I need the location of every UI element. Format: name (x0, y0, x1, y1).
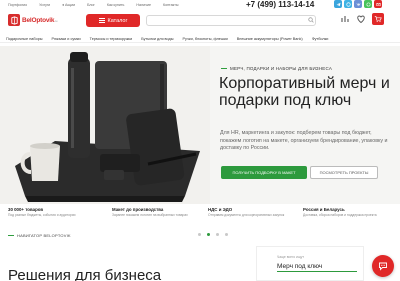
nav-item-pens[interactable]: Ручки, блокноты, флешки (183, 37, 228, 41)
hero-description: Для HR, маркетинга и закупок: подберем т… (220, 130, 388, 151)
nav-item-powerbanks[interactable]: Внешние аккумуляторы (Power Bank) (237, 37, 303, 41)
site-logo[interactable]: BelOptovik.ru (8, 12, 70, 28)
hero-eyebrow: МЕРЧ, ПОДАРКИ И НАБОРЫ ДЛЯ БИЗНЕСА (221, 66, 332, 71)
nav-item-water-bottles[interactable]: Бутылки для воды (141, 37, 173, 41)
slider-dot-active[interactable] (207, 233, 210, 236)
slider-dot[interactable] (198, 233, 201, 236)
phone-number[interactable]: +7 (499) 113-14-14 (246, 0, 314, 9)
compare-icon[interactable] (340, 14, 350, 24)
topbar-link-contacts[interactable]: Контакты (163, 3, 179, 7)
category-nav: Подарочные наборы Рюкзаки и сумки Термос… (0, 35, 400, 43)
topbar-link-stock[interactable]: Наличие (136, 3, 151, 7)
feature-title: 30 000+ товаров (8, 207, 44, 212)
topbar-link-promo[interactable]: ♦ Акции (62, 3, 75, 7)
telegram-icon[interactable] (334, 0, 342, 8)
slider-dot[interactable] (216, 233, 219, 236)
catalog-button[interactable]: Каталог (86, 14, 140, 27)
features-strip: 30 000+ товаров Под разные бюджеты, собы… (0, 207, 400, 225)
feature-desc: Под разные бюджеты, события и аудитории (8, 213, 76, 217)
chat-button[interactable] (372, 255, 394, 277)
feature-item: Макет до производства Заранее покажем ло… (112, 207, 202, 217)
feature-desc: Отправим документы для корпоративных зак… (208, 213, 285, 217)
nav-item-backpacks[interactable]: Рюкзаки и сумки (52, 37, 81, 41)
topbar-link-portfolio[interactable]: Портфолио (8, 3, 27, 7)
popular-label: Чаще всего ищут (277, 255, 305, 259)
feature-desc: Доставка, сборка наборов и поддержка про… (303, 213, 377, 217)
section-title: Решения для бизнеса (8, 267, 162, 281)
feature-title: НДС и ЭДО (208, 207, 233, 212)
whatsapp-icon[interactable] (364, 0, 372, 8)
nav-item-gift-sets[interactable]: Подарочные наборы (6, 37, 43, 41)
feature-item: НДС и ЭДО Отправим документы для корпора… (208, 207, 298, 217)
cart-button[interactable] (372, 13, 384, 25)
get-selection-button[interactable]: ПОЛУЧИТЬ ПОДБОРКУ В МАКЕТ (221, 166, 307, 179)
logo-mark-icon (8, 14, 20, 26)
cart-icon (374, 16, 382, 23)
hero-product-image (0, 46, 210, 204)
feature-item: 30 000+ товаров Под разные бюджеты, собы… (8, 207, 98, 217)
max-messenger-icon[interactable] (344, 0, 352, 8)
hero-banner (0, 46, 400, 236)
vk-icon[interactable] (354, 0, 362, 8)
slider-dots (198, 233, 228, 236)
menu-icon (98, 18, 105, 23)
logo-text: BelOptovik.ru (22, 16, 58, 24)
nav-item-thermoses[interactable]: Термосы и термокружки (90, 37, 133, 41)
feature-title: Макет до производства (112, 207, 164, 212)
topbar-link-blog[interactable]: Блог (87, 3, 95, 7)
section-kicker: НАВИГАТОР BELOPTOVIK (8, 233, 71, 238)
view-projects-button[interactable]: ПОСМОТРЕТЬ ПРОЕКТЫ (310, 166, 378, 179)
feature-item: Россия и Беларусь Доставка, сборка набор… (303, 207, 393, 217)
hero-title: Корпоративный мерч и подарки под ключ (219, 75, 390, 109)
topbar-link-services[interactable]: Услуги (39, 3, 50, 7)
search-icon[interactable] (308, 17, 314, 23)
feature-title: Россия и Беларусь (303, 207, 345, 212)
header-actions (340, 13, 384, 25)
nav-item-tshirts[interactable]: Футболки (312, 37, 329, 41)
search-input[interactable] (146, 15, 316, 26)
popular-value: Мерч под ключ (277, 263, 323, 270)
favorites-heart-icon[interactable] (356, 14, 366, 24)
slider-dot[interactable] (225, 233, 228, 236)
social-links (334, 0, 382, 8)
popular-search-card[interactable]: Чаще всего ищут Мерч под ключ (256, 246, 364, 281)
feature-desc: Заранее покажем логотип на выбранных тов… (112, 213, 188, 217)
catalog-button-label: Каталог (107, 17, 128, 24)
email-icon[interactable] (374, 0, 382, 8)
chat-icon (379, 262, 387, 271)
topbar-link-how-to-buy[interactable]: Как купить (107, 3, 125, 7)
